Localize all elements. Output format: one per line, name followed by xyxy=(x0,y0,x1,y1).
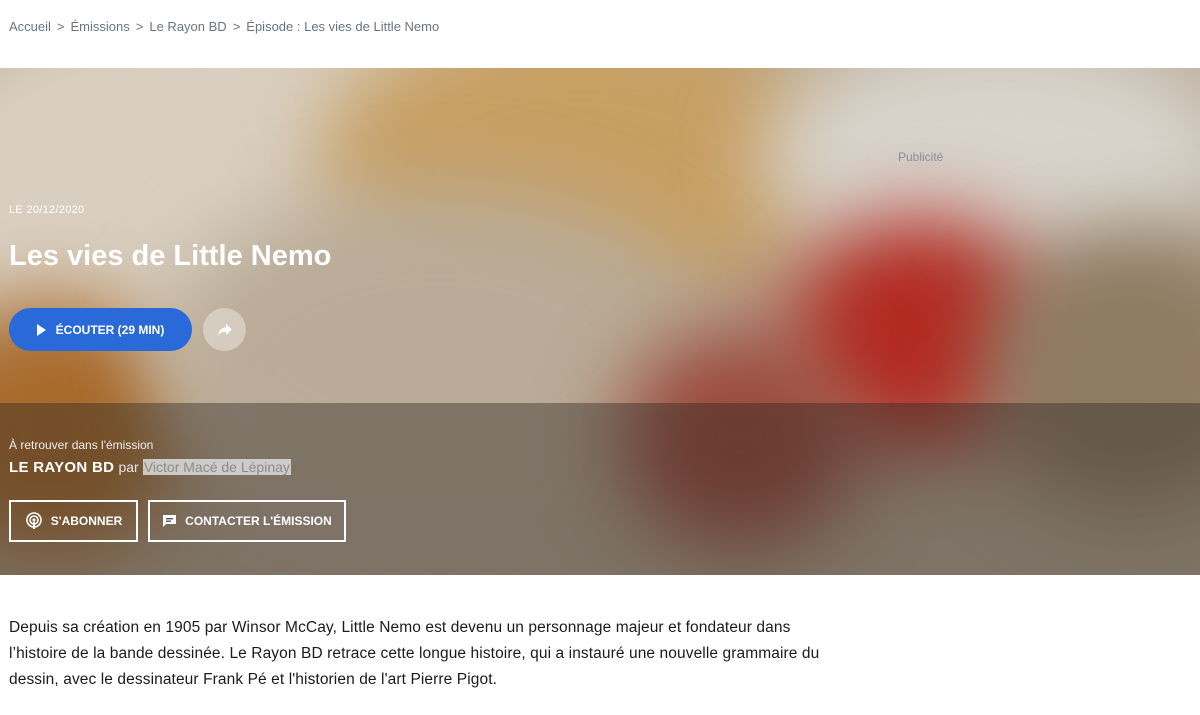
breadcrumb-accueil[interactable]: Accueil xyxy=(9,19,51,34)
contact-button-label: CONTACTER L'ÉMISSION xyxy=(185,514,332,528)
podcast-icon xyxy=(25,512,42,529)
episode-title: Les vies de Little Nemo xyxy=(9,240,332,272)
hero-show-panel xyxy=(0,403,1200,575)
breadcrumb-separator: > xyxy=(232,19,241,34)
subscribe-button[interactable]: S'ABONNER xyxy=(9,500,138,542)
share-icon xyxy=(217,323,232,336)
show-name-link[interactable]: LE RAYON BD xyxy=(9,459,114,476)
episode-description: Depuis sa création en 1905 par Winsor Mc… xyxy=(9,619,820,688)
author-link[interactable]: Victor Macé de Lépinay xyxy=(142,459,291,475)
contact-show-button[interactable]: CONTACTER L'ÉMISSION xyxy=(148,500,346,542)
chat-icon xyxy=(163,515,177,527)
breadcrumb-le-rayon-bd[interactable]: Le Rayon BD xyxy=(149,19,226,34)
subscribe-button-label: S'ABONNER xyxy=(50,514,123,528)
episode-hero: Publicité LE 20/12/2020 Les vies de Litt… xyxy=(0,68,1200,575)
breadcrumb: Accueil > Émissions > Le Rayon BD > Épis… xyxy=(9,19,439,34)
breadcrumb-separator: > xyxy=(56,19,65,34)
play-icon xyxy=(36,323,46,336)
share-button[interactable] xyxy=(203,308,246,351)
show-info: LE RAYON BD par Victor Macé de Lépinay xyxy=(9,459,291,476)
by-label: par xyxy=(118,459,139,475)
advertisement-label: Publicité xyxy=(898,150,944,164)
listen-button-label: ÉCOUTER (29 MIN) xyxy=(55,322,165,337)
episode-date: LE 20/12/2020 xyxy=(9,204,85,216)
listen-button[interactable]: ÉCOUTER (29 MIN) xyxy=(9,308,192,351)
breadcrumb-emissions[interactable]: Émissions xyxy=(71,19,130,34)
show-intro-text: À retrouver dans l'émission xyxy=(9,438,154,452)
breadcrumb-current-episode: Épisode : Les vies de Little Nemo xyxy=(246,19,440,34)
breadcrumb-separator: > xyxy=(135,19,144,34)
